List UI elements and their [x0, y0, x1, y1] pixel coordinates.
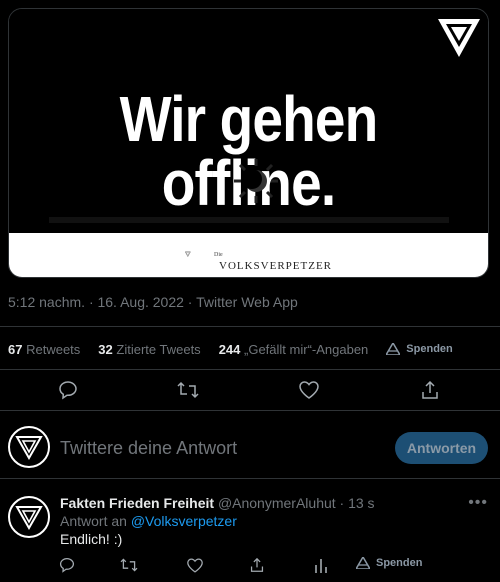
retweet-icon[interactable] — [176, 378, 200, 402]
tweet-stats: 67 Retweets 32 Zitierte Tweets 244 „Gefä… — [8, 340, 492, 358]
avatar[interactable] — [8, 426, 50, 468]
reply-input[interactable]: Twittere deine Antwort — [60, 438, 237, 459]
reply-icon[interactable] — [56, 378, 80, 402]
analytics-icon[interactable] — [312, 556, 330, 574]
tweet-media-card[interactable]: Wir gehen offline. Die VOLKSVERPETZER — [8, 8, 489, 278]
spenden-icon — [356, 557, 370, 569]
reply-tweet-actions: Spenden — [0, 556, 500, 576]
media-faint-stripe — [49, 217, 449, 223]
reply-tweet[interactable]: Fakten Frieden Freiheit @AnonymerAluhut … — [0, 488, 500, 582]
reply-to-mention[interactable]: @Volksverpetzer — [131, 513, 237, 529]
reply-tweet-header: Fakten Frieden Freiheit @AnonymerAluhut … — [60, 495, 375, 511]
volksverpetzer-logo-icon — [185, 251, 191, 257]
corner-triangle-logo-icon — [438, 19, 480, 57]
spenden-button[interactable]: Spenden — [386, 343, 453, 355]
likes-stat[interactable]: 244 „Gefällt mir“-Angaben — [219, 342, 369, 357]
author-name[interactable]: Fakten Frieden Freiheit — [60, 495, 214, 511]
retweet-icon[interactable] — [120, 556, 138, 574]
share-icon[interactable] — [248, 556, 266, 574]
quotes-stat[interactable]: 32 Zitierte Tweets — [98, 342, 200, 357]
share-icon[interactable] — [418, 378, 442, 402]
like-icon[interactable] — [297, 378, 321, 402]
divider — [0, 478, 500, 479]
retweets-stat[interactable]: 67 Retweets — [8, 342, 80, 357]
avatar-logo-icon — [15, 506, 43, 530]
divider — [0, 326, 500, 327]
reply-tweet-text: Endlich! :) — [60, 531, 123, 547]
divider — [0, 410, 500, 411]
reply-icon[interactable] — [58, 556, 76, 574]
more-icon[interactable]: ••• — [468, 494, 488, 512]
brand-prefix: Die — [214, 252, 223, 258]
tweet-actions — [0, 370, 500, 410]
like-icon[interactable] — [186, 556, 204, 574]
spenden-button[interactable]: Spenden — [356, 557, 422, 569]
avatar-logo-icon — [15, 436, 43, 460]
spenden-icon — [386, 343, 401, 355]
reply-to-line: Antwort an @Volksverpetzer — [60, 513, 237, 529]
reply-submit-button[interactable]: Antworten — [395, 432, 488, 464]
tweet-timestamp[interactable]: 5:12 nachm. · 16. Aug. 2022 · Twitter We… — [8, 294, 298, 310]
brand-name: VOLKSVERPETZER — [219, 260, 332, 272]
reply-composer: Twittere deine Antwort Antworten — [0, 420, 500, 476]
author-handle-time[interactable]: @AnonymerAluhut · 13 s — [218, 495, 375, 511]
avatar[interactable] — [8, 496, 50, 538]
moon-icon — [234, 159, 278, 203]
